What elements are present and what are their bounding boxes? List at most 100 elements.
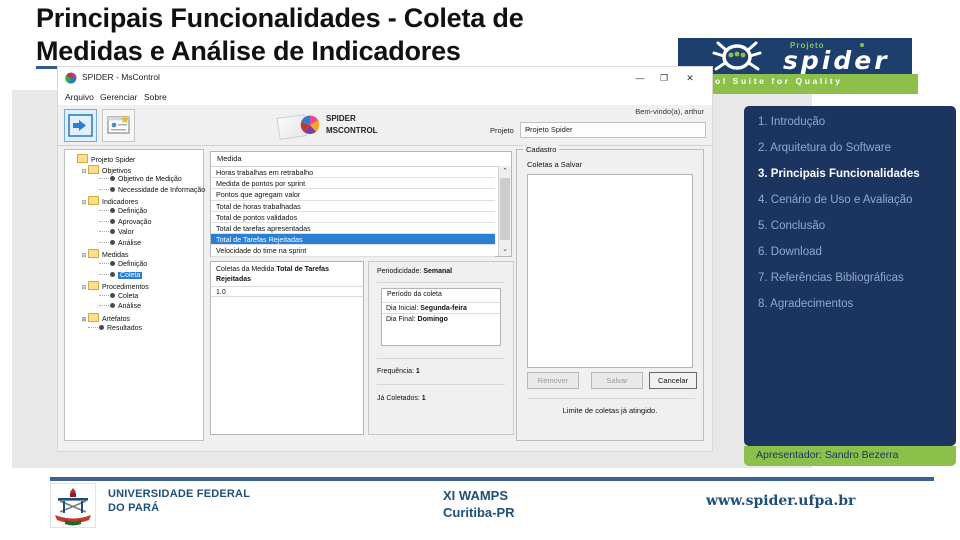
coletas-value-row[interactable]: 1.0	[211, 286, 363, 297]
folder-icon	[88, 281, 99, 291]
tree-node-label: Procedimentos	[102, 284, 149, 292]
tree-node-label: Valor	[118, 229, 134, 237]
scrollbar-thumb[interactable]	[500, 178, 510, 240]
tree-node[interactable]: Definição	[69, 207, 205, 218]
cadastro-divider	[527, 398, 695, 399]
measure-list-row[interactable]: Pontos que agregam valor	[211, 189, 495, 201]
dia-inicial-label: Dia Inicial:	[386, 305, 421, 312]
nav-item-5[interactable]: 5. Conclusão	[758, 220, 825, 232]
measure-list-scrollbar[interactable]: ⌃ ⌄	[498, 166, 511, 256]
tree-node[interactable]: Necessidade de Informação	[69, 186, 205, 197]
slide-root: Principais Funcionalidades - Coleta de M…	[0, 0, 960, 540]
website-url: www.spider.ufpa.br	[706, 493, 856, 509]
nav-item-4[interactable]: 4. Cenário de Uso e Avaliação	[758, 194, 913, 206]
mscontrol-logo-line1: SPIDER	[326, 114, 356, 123]
footer-divider	[50, 477, 934, 481]
menu-item-arquivo[interactable]: Arquivo	[65, 92, 94, 102]
periodicidade-label: Periodicidade:	[377, 268, 424, 275]
frequencia-value: 1	[415, 368, 420, 375]
measure-list-row[interactable]: Total de tarefas apresentadas	[211, 223, 495, 235]
scroll-down-icon[interactable]: ⌄	[499, 244, 511, 256]
toolbar: SPIDER MSCONTROL Bem-vindo(a), arthur Pr…	[58, 105, 712, 146]
folder-icon	[88, 164, 99, 174]
measure-list-row[interactable]: Medida de pontos por sprint	[211, 178, 495, 190]
salvar-button[interactable]: Salvar	[591, 372, 643, 389]
tree-node[interactable]: Análise	[69, 302, 205, 313]
bullet-icon	[99, 324, 104, 330]
tree-node[interactable]: ⊟ Procedimentos	[69, 281, 205, 292]
measure-list-header-label: Medida	[217, 154, 242, 163]
menu-item-gerenciar[interactable]: Gerenciar	[100, 92, 137, 102]
page-title: Principais Funcionalidades - Coleta de M…	[36, 2, 676, 68]
measure-list-row[interactable]: Velocidade do time na sprint	[211, 245, 495, 257]
window-maximize-button[interactable]: ❐	[652, 71, 676, 85]
measure-list-row[interactable]: Total de Tarefas Rejeitadas	[211, 234, 495, 246]
dia-inicial-row: Dia Inicial: Segunda-feira	[382, 302, 500, 313]
chevron-down-icon: ⌄	[525, 124, 532, 133]
measure-list-row[interactable]: Horas trabalhas em retrabalho	[211, 167, 495, 179]
window-close-button[interactable]: ✕	[678, 71, 702, 85]
project-select[interactable]: Projeto Spider ⌄	[520, 122, 706, 138]
measure-list-panel[interactable]: Medida Horas trabalhas em retrabalho Medi…	[210, 151, 512, 257]
bullet-icon	[110, 303, 115, 309]
tree-node[interactable]: ⊞ Artefatos	[69, 312, 205, 324]
project-tree-panel[interactable]: Projeto Spider ⊟ Objetivos Objetivo de Medi…	[64, 149, 205, 441]
middle-column: Medida Horas trabalhas em retrabalho Medi…	[208, 149, 514, 439]
page-title-line2: Medidas e Análise de Indicadores	[36, 35, 461, 66]
measure-list-row[interactable]: Total de pontos validados	[211, 212, 495, 223]
divider-1	[377, 282, 505, 283]
scroll-up-icon[interactable]: ⌃	[499, 166, 511, 178]
tree-node-label: Projeto Spider	[91, 157, 136, 164]
tree-connector	[99, 241, 109, 243]
tree-node[interactable]: Valor	[69, 228, 205, 239]
divider-3	[377, 384, 505, 385]
project-label: Projeto	[490, 126, 514, 135]
frequencia-label: Frequência:	[377, 368, 416, 375]
tree-node[interactable]: Análise	[69, 239, 205, 250]
periodicity-panel: Periodicidade: Semanal Período da coleta…	[368, 261, 514, 435]
tree-node[interactable]: ⊟ Objetivos	[69, 164, 205, 176]
tree-node[interactable]: Objetivo de Medição	[69, 175, 205, 186]
tree-node[interactable]: Resultados	[69, 324, 205, 335]
tree-node[interactable]: Aprovação	[69, 218, 205, 229]
remover-button[interactable]: Remover	[527, 372, 579, 389]
nav-item-8[interactable]: 8. Agradecimentos	[758, 298, 853, 310]
bullet-icon	[110, 271, 115, 277]
tree-connector	[99, 209, 109, 211]
periodo-coleta-box: Período da coleta Dia Inicial: Segunda-f…	[381, 288, 501, 346]
folder-icon	[88, 312, 99, 322]
tree-connector	[99, 188, 109, 190]
presenter-label: Apresentador: Sandro Bezerra	[756, 449, 899, 461]
spider-logo-word: spider	[783, 46, 890, 75]
tree-node[interactable]: Projeto Spider	[69, 154, 205, 165]
tree-node-label: Artefatos	[102, 315, 131, 323]
nav-item-3[interactable]: 3. Principais Funcionalidades	[758, 168, 920, 180]
project-tree: Projeto Spider ⊟ Objetivos Objetivo de Medi…	[69, 154, 205, 334]
nav-item-1[interactable]: 1. Introdução	[758, 116, 825, 128]
menu-item-sobre[interactable]: Sobre	[144, 92, 167, 102]
nav-item-2[interactable]: 2. Arquitetura do Software	[758, 142, 891, 154]
cadastro-note: Limite de coletas já atingido.	[562, 406, 658, 415]
dia-final-row: Dia Final: Domingo	[382, 313, 500, 324]
tree-node[interactable]: Coleta	[69, 271, 205, 282]
toolbar-back-button[interactable]	[64, 109, 97, 142]
bullet-icon	[110, 186, 115, 192]
coletas-panel: Coletas da Medida Total de Tarefas Rejei…	[210, 261, 364, 435]
nav-item-6[interactable]: 6. Download	[758, 246, 822, 258]
tree-node[interactable]: Coleta	[69, 292, 205, 303]
spider-logo-tagline: Tool Suite for Quality	[700, 76, 843, 86]
ufpa-crest-logo	[50, 483, 96, 528]
tree-node[interactable]: ⊟ Medidas	[69, 249, 205, 260]
frequencia-row: Frequência: 1	[377, 368, 420, 375]
event-name: XI WAMPS Curitiba-PR	[443, 487, 515, 521]
measure-list-row[interactable]: Total de horas trabalhadas	[211, 201, 495, 212]
tree-node[interactable]: Definição	[69, 260, 205, 271]
cancelar-button[interactable]: Cancelar	[649, 372, 697, 389]
tree-node-label: Resultados	[107, 324, 143, 332]
toolbar-register-button[interactable]	[102, 109, 135, 142]
tree-node[interactable]: ⊟ Indicadores	[69, 196, 205, 207]
nav-item-7[interactable]: 7. Referências Bibliográficas	[758, 272, 904, 284]
coletas-a-salvar-list[interactable]	[527, 174, 693, 368]
university-line2: DO PARÁ	[108, 502, 160, 515]
window-minimize-button[interactable]: —	[628, 71, 652, 85]
